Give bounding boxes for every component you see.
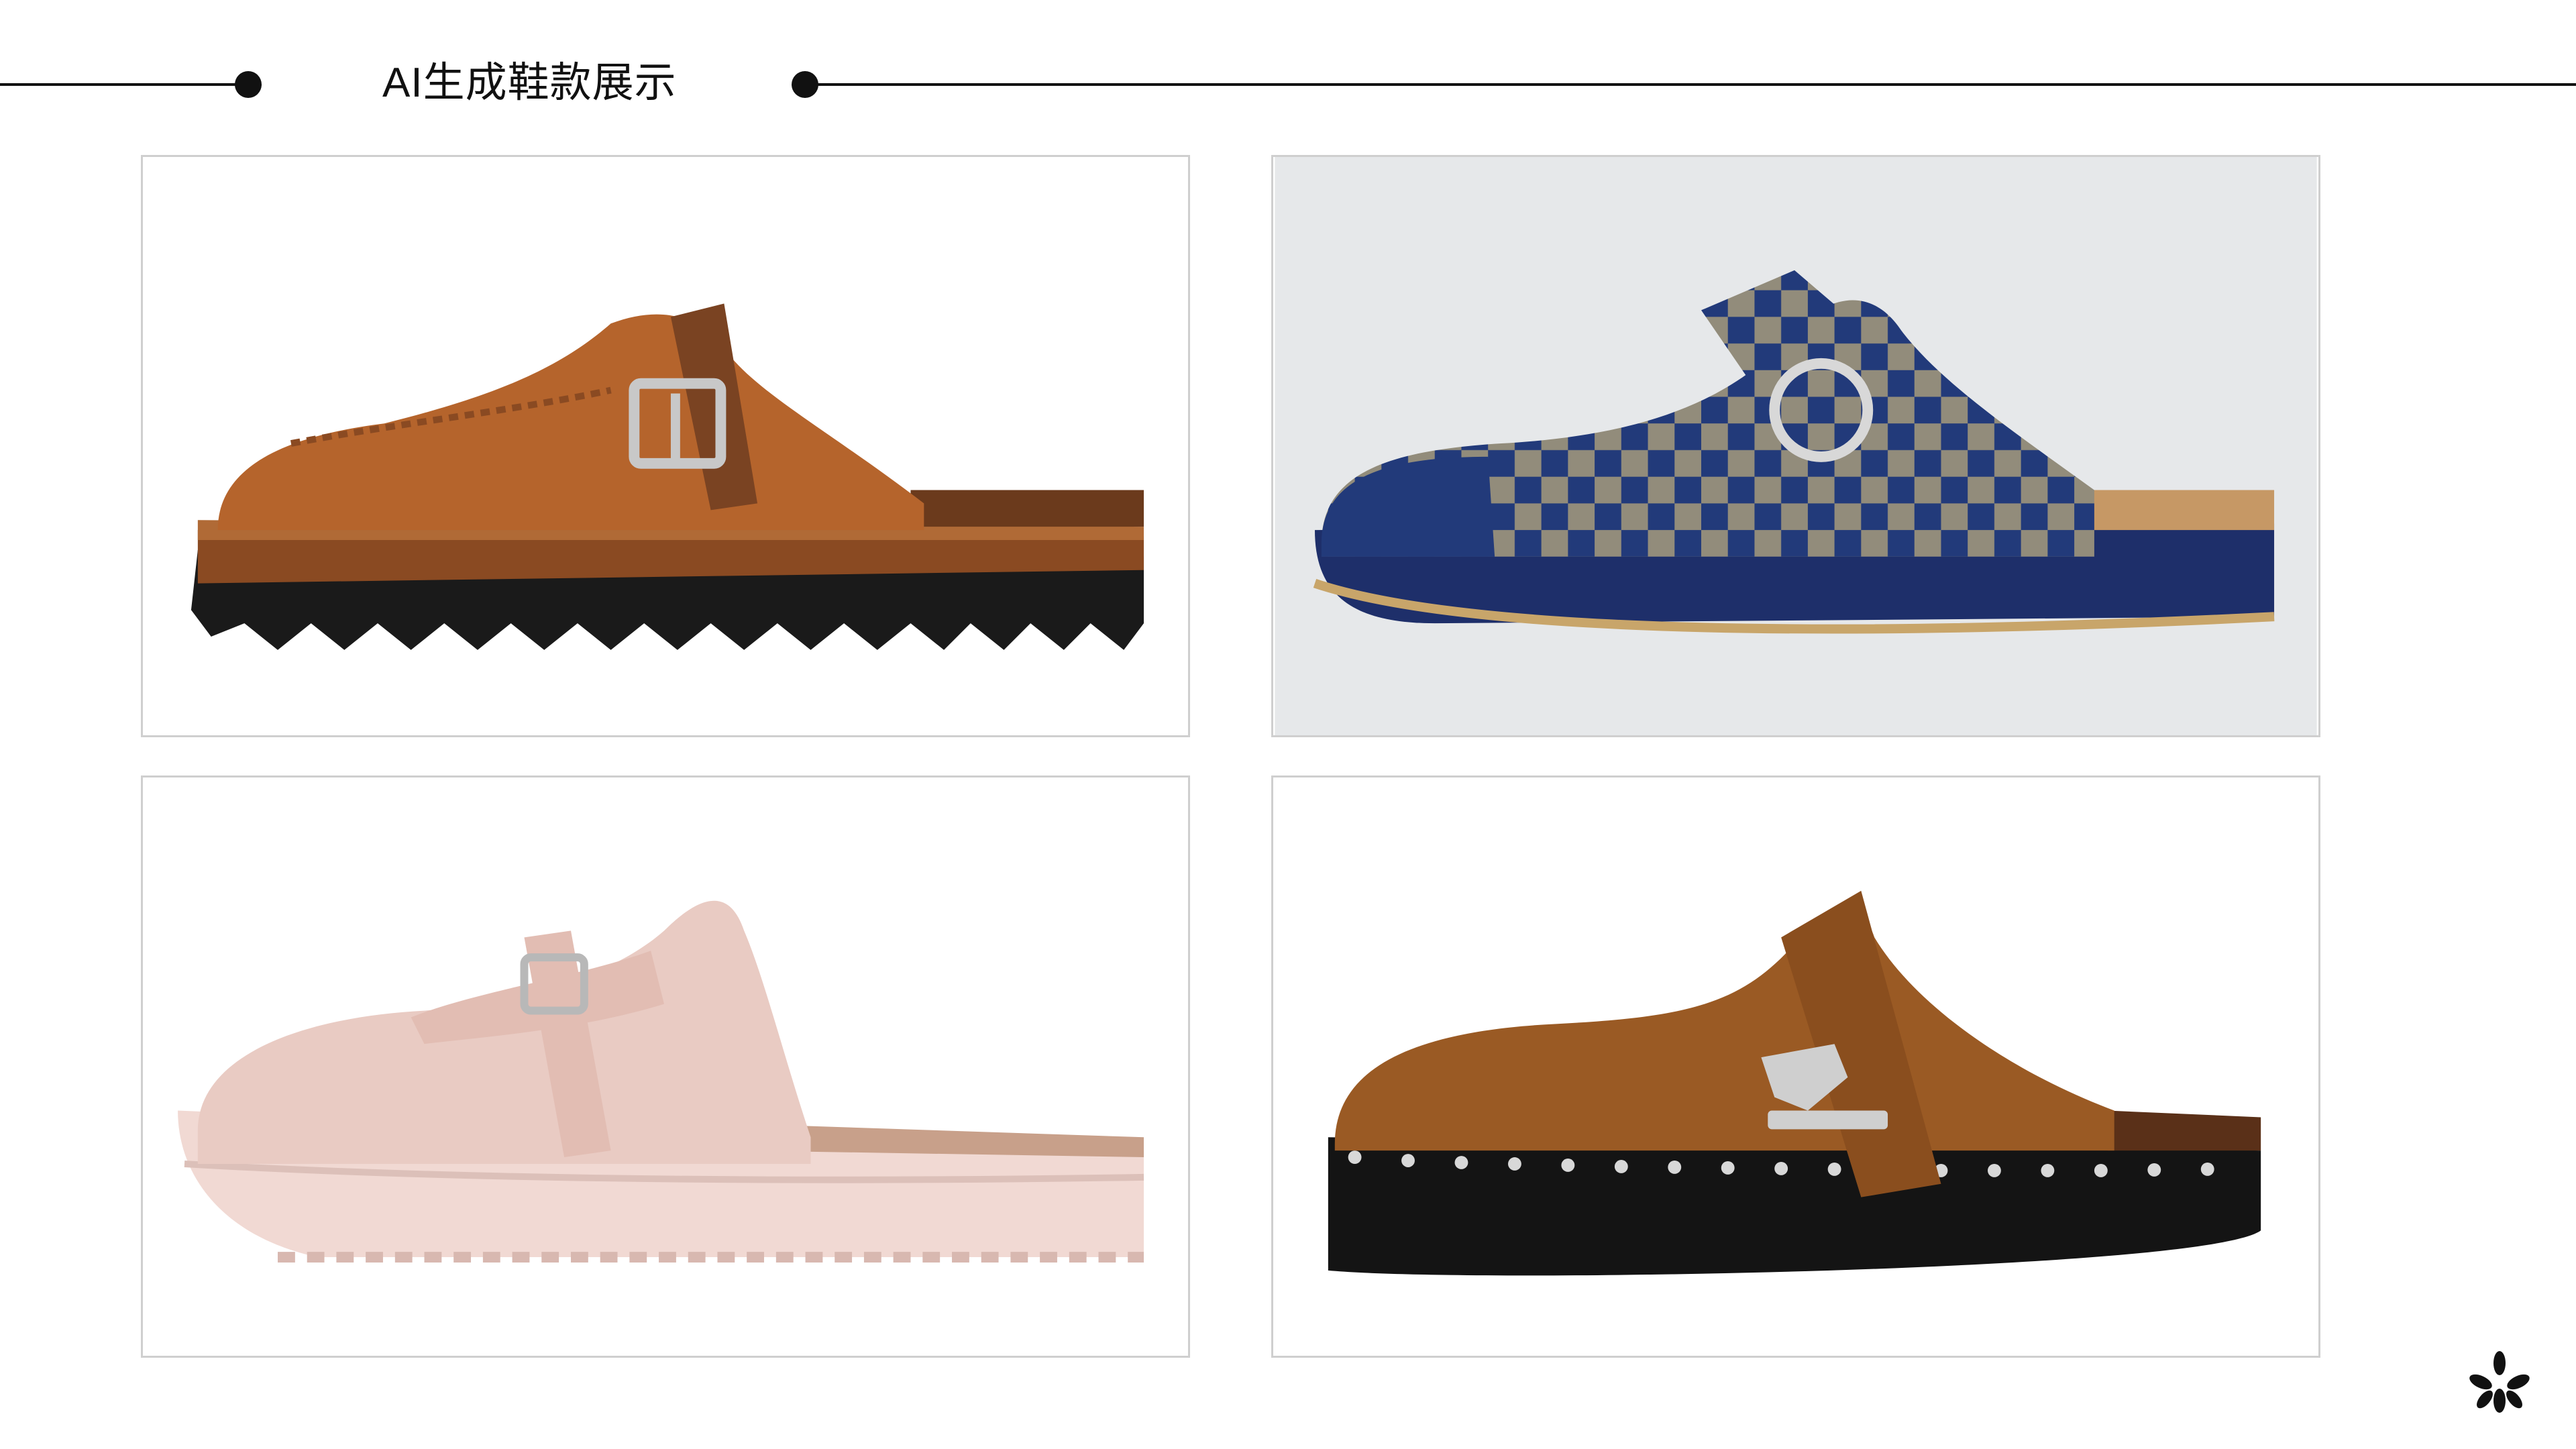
- sparkle-logo-icon: [2469, 1351, 2530, 1413]
- header-line-left: [0, 83, 248, 86]
- shoe-card-4[interactable]: [1271, 775, 2320, 1358]
- page-title: AI生成鞋款展示: [382, 60, 677, 106]
- shoe-card-2[interactable]: [1271, 155, 2320, 737]
- shoe-card-3[interactable]: [141, 775, 1190, 1358]
- brown-suede-mule-image: [144, 157, 1187, 735]
- pink-suede-mule-image: [144, 777, 1187, 1356]
- header-dot-left: [235, 71, 262, 98]
- tan-studded-clog-image: [1275, 777, 2317, 1356]
- navy-checkered-clog-image: [1275, 157, 2317, 735]
- shoe-card-1[interactable]: [141, 155, 1190, 737]
- header-line-right: [805, 83, 2576, 86]
